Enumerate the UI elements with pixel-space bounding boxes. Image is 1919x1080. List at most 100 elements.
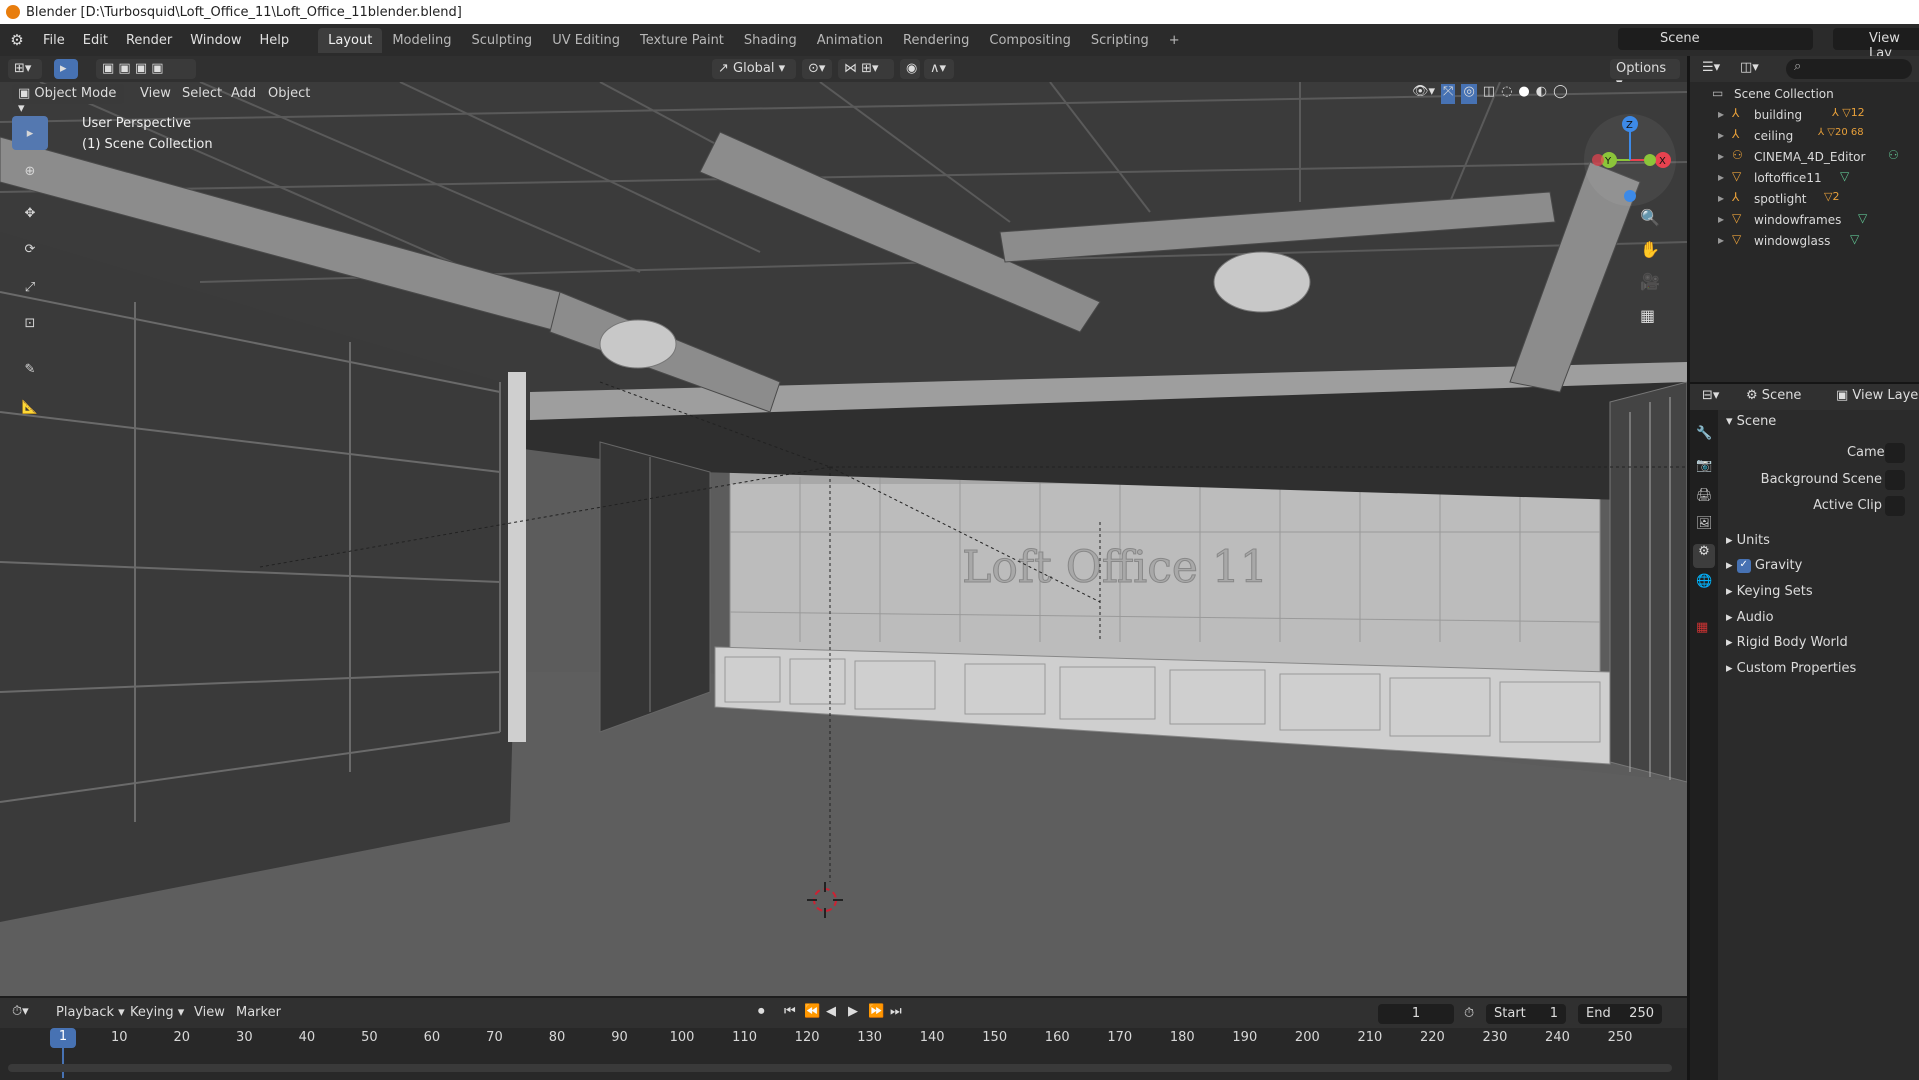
jump-end-icon[interactable]: ⏭ — [890, 1004, 902, 1019]
select-box-modes[interactable]: ▣ ▣ ▣ ▣ — [96, 59, 196, 79]
measure-tool-icon[interactable]: 📐 — [12, 390, 48, 424]
viewport-menu-object[interactable]: Object — [268, 86, 310, 101]
viewport-menu-add[interactable]: Add — [231, 86, 256, 101]
outliner-item-windowframes[interactable]: ▸ ▽ windowframes ▽ — [1690, 210, 1919, 231]
expand-arrow-icon[interactable]: ▸ — [1718, 107, 1724, 121]
menu-edit[interactable]: Edit — [74, 33, 117, 48]
gizmo-toggle-icon[interactable]: ⤧ — [1441, 84, 1456, 104]
units-section[interactable]: ▸ Units — [1726, 533, 1770, 548]
camera-field[interactable] — [1885, 443, 1905, 463]
gravity-checkbox[interactable]: ✓ — [1736, 558, 1751, 573]
scene-selector[interactable]: Scene — [1618, 28, 1813, 50]
view-layer-tab-icon[interactable]: 🖼 — [1696, 516, 1713, 531]
tab-compositing[interactable]: Compositing — [979, 28, 1081, 53]
jump-start-icon[interactable]: ⏮ — [784, 1004, 796, 1019]
3d-viewport[interactable]: Loft Office 11 — [0, 82, 1687, 996]
start-frame-field[interactable]: Start 1 — [1486, 1004, 1566, 1024]
cursor-tool-icon[interactable]: ⊕ — [12, 154, 48, 188]
tool-tab-icon[interactable]: 🔧 — [1696, 426, 1712, 441]
timeline-menu-marker[interactable]: Marker — [236, 1005, 281, 1020]
display-mode-icon[interactable]: ◫▾ — [1740, 60, 1759, 75]
solid-shading-icon[interactable]: ● — [1518, 84, 1529, 104]
tab-layout[interactable]: Layout — [318, 27, 383, 53]
timeline-scrollbar[interactable] — [8, 1064, 1672, 1072]
add-workspace-button[interactable]: + — [1159, 28, 1190, 53]
end-frame-field[interactable]: End 250 — [1578, 1004, 1662, 1024]
proportional-edit-icon[interactable]: ◉ — [900, 59, 920, 79]
scene-panel-header[interactable]: ▾ Scene — [1726, 414, 1776, 429]
output-tab-icon[interactable]: 🖨 — [1696, 488, 1713, 503]
tab-rendering[interactable]: Rendering — [893, 28, 979, 53]
outliner-item-loftoffice11[interactable]: ▸ ▽ loftoffice11 ▽ — [1690, 168, 1919, 189]
audio-section[interactable]: ▸ Audio — [1726, 610, 1774, 625]
menu-file[interactable]: File — [34, 33, 74, 48]
menu-window[interactable]: Window — [181, 33, 250, 48]
outliner-item-spotlight[interactable]: ▸ ⅄ spotlight ▽2 — [1690, 189, 1919, 210]
outliner-item-windowglass[interactable]: ▸ ▽ windowglass ▽ — [1690, 231, 1919, 252]
blender-menu-icon[interactable]: ⚙ — [0, 31, 34, 49]
snap-icon[interactable]: ⋈ ⊞▾ — [838, 59, 894, 79]
playhead-frame-indicator[interactable]: 1 — [50, 1028, 76, 1048]
viewport-menu-view[interactable]: View — [140, 86, 171, 101]
timeline-menu-playback[interactable]: Playback ▾ — [56, 1005, 125, 1020]
zoom-icon[interactable]: 🔍 — [1640, 208, 1660, 227]
options-dropdown[interactable]: Options ▾ — [1610, 59, 1680, 91]
transform-orientation-dropdown[interactable]: ↗ Global ▾ — [712, 59, 796, 79]
perspective-grid-icon[interactable]: ▦ — [1640, 306, 1655, 325]
expand-arrow-icon[interactable]: ▸ — [1718, 212, 1724, 226]
prev-keyframe-icon[interactable]: ⏪ — [804, 1004, 820, 1019]
gizmo-y-neg-axis[interactable] — [1644, 154, 1656, 166]
record-icon[interactable]: ⏺ — [758, 1004, 765, 1019]
auto-keying-icon[interactable]: ⏱ — [1464, 1006, 1474, 1021]
outliner-root[interactable]: ▭ Scene Collection — [1690, 84, 1919, 105]
outliner-search-input[interactable]: ⌕ — [1786, 59, 1912, 79]
rotate-tool-icon[interactable]: ⟳ — [12, 232, 48, 266]
gizmo-z-neg-axis[interactable] — [1624, 190, 1636, 202]
expand-arrow-icon[interactable]: ▸ — [1718, 149, 1724, 163]
playhead-line[interactable] — [62, 1048, 64, 1078]
background-scene-field[interactable] — [1885, 470, 1905, 490]
rendered-shading-icon[interactable]: ◯ — [1553, 84, 1568, 104]
annotate-tool-icon[interactable]: ✎ — [12, 352, 48, 386]
menu-render[interactable]: Render — [117, 33, 181, 48]
camera-view-icon[interactable]: 🎥 — [1640, 272, 1660, 291]
gravity-section[interactable]: ▸ ✓ Gravity — [1726, 558, 1802, 573]
timeline-menu-view[interactable]: View — [194, 1005, 225, 1020]
pivot-point-icon[interactable]: ⊙▾ — [802, 59, 832, 79]
outliner-item-cinema4d-editor[interactable]: ▸ ⚇ CINEMA_4D_Editor ⚇ — [1690, 147, 1919, 168]
texture-tab-icon[interactable]: ▦ — [1696, 620, 1708, 635]
mode-dropdown[interactable]: ▣ Object Mode ▾ — [12, 84, 124, 116]
custom-properties-section[interactable]: ▸ Custom Properties — [1726, 661, 1856, 676]
timeline-editor-type-icon[interactable]: ⏱▾ — [12, 1004, 29, 1019]
scale-tool-icon[interactable]: ⤢ — [12, 270, 48, 304]
material-shading-icon[interactable]: ◐ — [1536, 84, 1547, 104]
outliner-editor-type-icon[interactable]: ☰▾ — [1702, 60, 1720, 75]
editor-type-button[interactable]: ⊞▾ — [8, 59, 42, 79]
pan-hand-icon[interactable]: ✋ — [1640, 240, 1660, 259]
rigid-body-world-section[interactable]: ▸ Rigid Body World — [1726, 635, 1848, 650]
world-tab-icon[interactable]: 🌐 — [1696, 574, 1712, 589]
current-frame-field[interactable]: 1 — [1378, 1004, 1454, 1024]
tab-modeling[interactable]: Modeling — [382, 28, 461, 53]
active-clip-field[interactable] — [1885, 496, 1905, 516]
expand-arrow-icon[interactable]: ▸ — [1718, 191, 1724, 205]
tab-shading[interactable]: Shading — [734, 28, 807, 53]
move-tool-icon[interactable]: ✥ — [12, 196, 48, 230]
tab-sculpting[interactable]: Sculpting — [461, 28, 542, 53]
tab-scripting[interactable]: Scripting — [1081, 28, 1159, 53]
outliner-item-building[interactable]: ▸ ⅄ building ⅄ ▽12 — [1690, 105, 1919, 126]
properties-editor-type-icon[interactable]: ⊟▾ — [1702, 388, 1719, 403]
viewport-menu-select[interactable]: Select — [182, 86, 222, 101]
menu-help[interactable]: Help — [251, 33, 299, 48]
timeline-menu-keying[interactable]: Keying ▾ — [130, 1005, 184, 1020]
wireframe-shading-icon[interactable]: ◌ — [1501, 84, 1512, 104]
falloff-icon[interactable]: ∧▾ — [924, 59, 954, 79]
tab-texture-paint[interactable]: Texture Paint — [630, 28, 734, 53]
select-box-tool-icon[interactable]: ▸ — [12, 116, 48, 150]
tab-uv-editing[interactable]: UV Editing — [542, 28, 630, 53]
navigation-gizmo[interactable]: X Y Z 🔍 ✋ 🎥 ▦ — [1580, 110, 1680, 350]
overlay-toggle-icon[interactable]: ◎ — [1461, 84, 1477, 104]
xray-icon[interactable]: ◫ — [1483, 84, 1495, 104]
visibility-icon[interactable]: 👁▾ — [1412, 84, 1435, 104]
transform-tool-icon[interactable]: ⊡ — [12, 306, 48, 340]
